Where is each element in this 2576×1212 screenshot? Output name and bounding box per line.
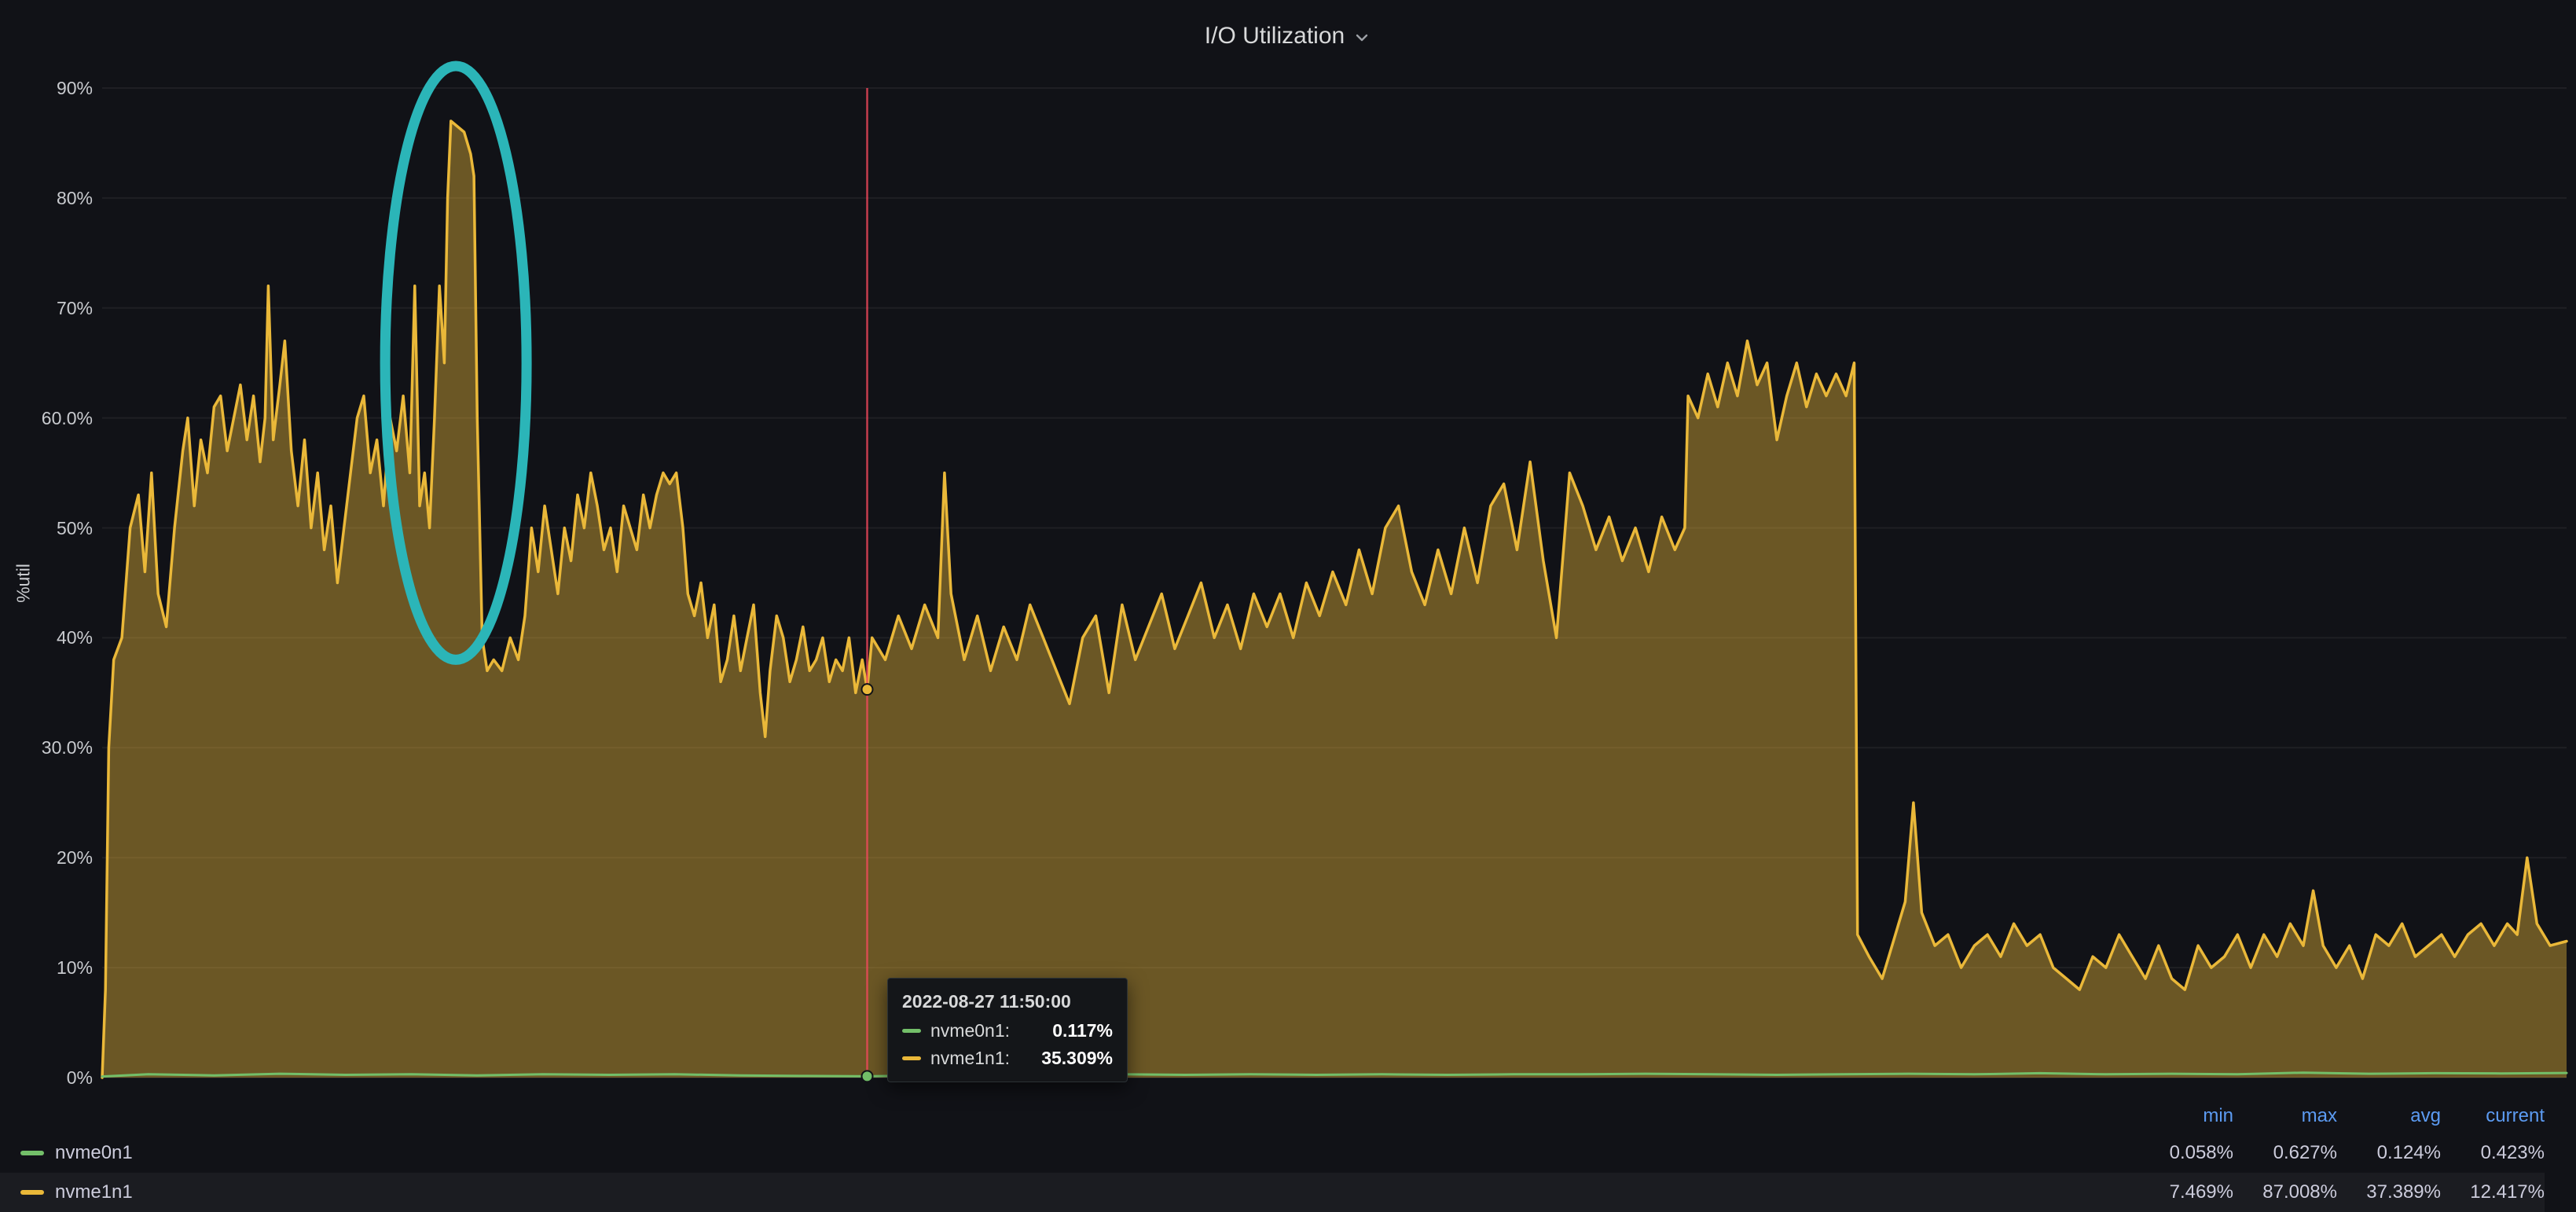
y-axis-label: %util [13, 564, 35, 603]
y-axis-tick-label: 10% [0, 957, 93, 979]
y-axis-tick-label: 90% [0, 77, 93, 99]
legend-series-nvme0n1[interactable]: nvme0n1 [0, 1142, 133, 1164]
y-axis-tick-label: 20% [0, 847, 93, 869]
y-axis-tick-label: 80% [0, 187, 93, 209]
hover-marker-nvme0n1 [862, 1071, 873, 1082]
tooltip-row: nvme1n1: 35.309% [902, 1048, 1113, 1069]
panel-title: I/O Utilization [1205, 23, 1345, 50]
legend-series-label: nvme1n1 [55, 1181, 133, 1203]
y-axis-tick-label: 30.0% [0, 736, 93, 758]
plot-svg[interactable] [102, 88, 2567, 1078]
tooltip-series-name: nvme0n1: [930, 1020, 1010, 1041]
legend-header-row: minmaxavgcurrent [0, 1099, 2545, 1133]
legend-rows: nvme0n1 0.058%0.627%0.124%0.423% nvme1n1 7.… [0, 1133, 2545, 1212]
legend-values: 7.469%87.008%37.389%12.417% [2130, 1181, 2545, 1203]
legend-value-current: 0.423% [2441, 1142, 2545, 1164]
panel-header: I/O Utilization [0, 0, 2576, 72]
legend-row-nvme0n1: nvme0n1 0.058%0.627%0.124%0.423% [0, 1133, 2545, 1173]
y-axis-tick-label: 70% [0, 297, 93, 319]
y-axis-tick-label: 0% [0, 1067, 93, 1089]
legend-col-current[interactable]: current [2441, 1105, 2545, 1127]
legend-value-min: 0.058% [2130, 1142, 2233, 1164]
y-axis-tick-label: 60.0% [0, 407, 93, 429]
legend-col-avg[interactable]: avg [2337, 1105, 2441, 1127]
legend-values: 0.058%0.627%0.124%0.423% [2130, 1142, 2545, 1164]
legend-value-current: 12.417% [2441, 1181, 2545, 1203]
legend-value-avg: 0.124% [2337, 1142, 2441, 1164]
legend-value-max: 87.008% [2233, 1181, 2337, 1203]
series-color-swatch [902, 1056, 921, 1060]
legend-value-min: 7.469% [2130, 1181, 2233, 1203]
tooltip-timestamp: 2022-08-27 11:50:00 [902, 991, 1113, 1012]
series-color-swatch [902, 1029, 921, 1033]
legend-series-label: nvme0n1 [55, 1142, 133, 1164]
tooltip: 2022-08-27 11:50:00 nvme0n1: 0.117% nvme1n… [887, 978, 1128, 1082]
legend-value-avg: 37.389% [2337, 1181, 2441, 1203]
legend-value-max: 0.627% [2233, 1142, 2337, 1164]
tooltip-series-value: 35.309% [1041, 1048, 1113, 1069]
legend-col-max[interactable]: max [2233, 1105, 2337, 1127]
panel-title-menu[interactable]: I/O Utilization [1205, 23, 1371, 50]
legend-row-nvme1n1: nvme1n1 7.469%87.008%37.389%12.417% [0, 1173, 2545, 1212]
series-color-swatch [20, 1151, 44, 1155]
legend-col-min[interactable]: min [2130, 1105, 2233, 1127]
y-axis-tick-label: 40% [0, 626, 93, 648]
legend: minmaxavgcurrent nvme0n1 0.058%0.627%0.12… [0, 1099, 2576, 1212]
panel: I/O Utilization %util 0% 10% 20% 30.0% 40% 50… [0, 0, 2576, 1212]
tooltip-series-name: nvme1n1: [930, 1048, 1010, 1069]
y-axis-tick-label: 50% [0, 517, 93, 539]
chevron-down-icon [1352, 28, 1371, 47]
legend-series-nvme1n1[interactable]: nvme1n1 [0, 1181, 133, 1203]
tooltip-row: nvme0n1: 0.117% [902, 1020, 1113, 1041]
series-color-swatch [20, 1190, 44, 1195]
tooltip-rows: nvme0n1: 0.117% nvme1n1: 35.309% [902, 1020, 1113, 1069]
hover-marker-nvme1n1 [862, 684, 873, 695]
series-area-nvme1n1 [102, 121, 2567, 1078]
tooltip-series-value: 0.117% [1052, 1020, 1113, 1041]
